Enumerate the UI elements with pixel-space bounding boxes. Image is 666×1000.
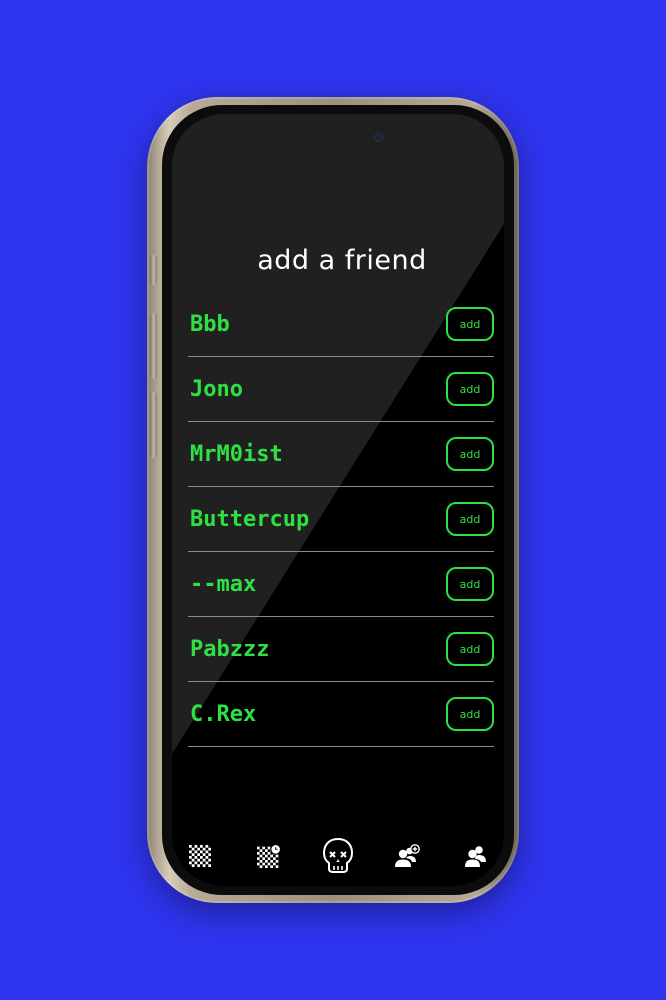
friend-row: C.Rex add (188, 682, 494, 747)
friend-name: Buttercup (190, 506, 310, 532)
friend-row: MrM0ist add (188, 422, 494, 487)
nav-chessboard[interactable] (180, 836, 220, 876)
friend-row: Buttercup add (188, 487, 494, 552)
nav-skull[interactable] (318, 836, 358, 876)
nav-chessboard-clock[interactable] (249, 836, 289, 876)
friends-icon (465, 846, 486, 867)
add-friend-button[interactable]: add (446, 632, 494, 666)
volume-up-button (150, 313, 157, 379)
chessboard-icon (189, 845, 211, 867)
mockup-scene: add a friend Bbb add Jono add MrM0ist ad… (0, 0, 666, 1000)
skull-icon (322, 837, 354, 873)
add-friend-button[interactable]: add (446, 697, 494, 731)
bottom-nav (180, 835, 496, 877)
volume-down-button (150, 392, 157, 458)
friend-name: Pabzzz (190, 636, 270, 662)
friend-name: --max (190, 571, 257, 597)
add-friend-icon (395, 844, 420, 867)
friend-name: C.Rex (190, 701, 257, 727)
add-friend-button[interactable]: add (446, 567, 494, 601)
add-friend-button[interactable]: add (446, 372, 494, 406)
add-friend-button[interactable]: add (446, 307, 494, 341)
friend-row: Bbb add (188, 292, 494, 357)
add-friend-button[interactable]: add (446, 502, 494, 536)
friend-name: MrM0ist (190, 441, 283, 467)
friend-list: Bbb add Jono add MrM0ist add Buttercup a… (188, 292, 494, 747)
chessboard-clock-icon (257, 844, 281, 868)
front-camera (374, 133, 383, 142)
page-title: add a friend (257, 245, 427, 276)
silent-switch (150, 255, 157, 285)
nav-friends[interactable] (456, 836, 496, 876)
friend-row: --max add (188, 552, 494, 617)
add-friend-button[interactable]: add (446, 437, 494, 471)
friend-row: Pabzzz add (188, 617, 494, 682)
nav-add-friend[interactable] (387, 836, 427, 876)
friend-row: Jono add (188, 357, 494, 422)
friend-name: Bbb (190, 311, 230, 337)
friend-name: Jono (190, 376, 243, 402)
